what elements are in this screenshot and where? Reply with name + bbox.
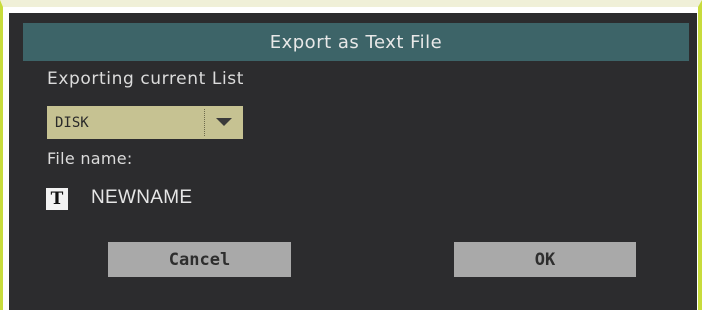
dialog-titlebar: Export as Text File (23, 23, 689, 61)
destination-selected-value: DISK (55, 114, 89, 131)
dialog-subtitle: Exporting current List (47, 69, 244, 89)
cancel-button[interactable]: Cancel (108, 242, 291, 277)
destination-dropdown[interactable]: DISK (47, 106, 243, 139)
ok-button[interactable]: OK (454, 242, 636, 277)
text-edit-icon[interactable]: T (46, 188, 68, 210)
file-name-value[interactable]: NEWNAME (91, 187, 192, 209)
triangle-down-icon[interactable] (205, 106, 243, 139)
file-name-label: File name: (47, 149, 133, 168)
export-dialog: Export as Text File Exporting current Li… (9, 13, 697, 310)
dialog-title: Export as Text File (269, 31, 443, 53)
text-edit-icon-glyph: T (50, 188, 64, 209)
